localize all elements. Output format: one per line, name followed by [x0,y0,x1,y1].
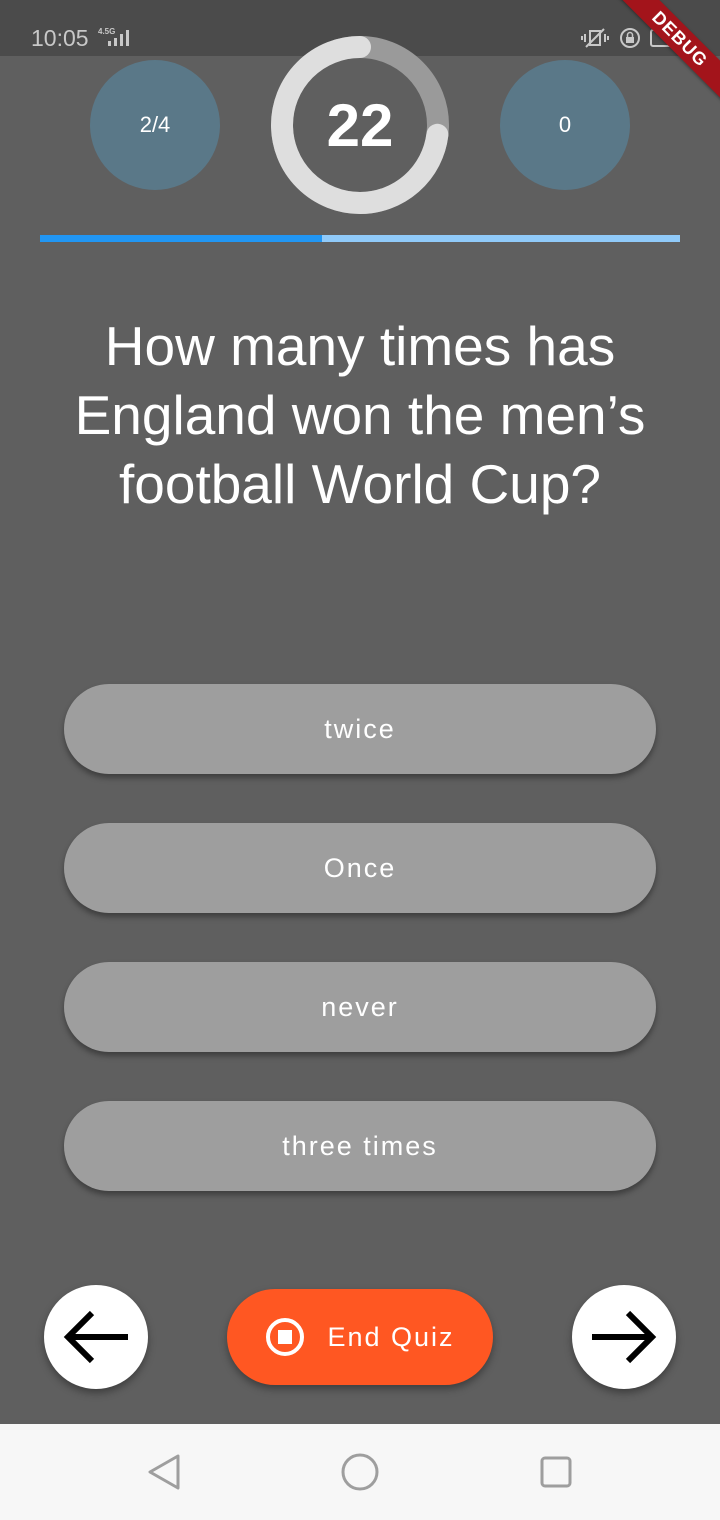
recents-square-icon[interactable] [536,1452,576,1492]
answer-button-4[interactable]: three times [64,1101,656,1191]
answer-button-3[interactable]: never [64,962,656,1052]
vibrate-mute-icon [581,28,609,48]
arrow-left-icon [63,1310,128,1364]
quiz-progress-fill [40,235,322,242]
back-triangle-icon[interactable] [144,1452,184,1492]
end-quiz-button[interactable]: End Quiz [227,1289,493,1385]
next-question-button[interactable] [572,1285,676,1389]
timer-value: 22 [326,91,394,159]
stop-circle-icon [266,1318,305,1356]
score: 0 [500,60,630,190]
end-quiz-label: End Quiz [327,1321,455,1352]
question-text: How many times has England won the men’s… [74,315,646,515]
signal-icon [108,30,129,46]
home-circle-icon[interactable] [340,1452,380,1492]
previous-question-button[interactable] [44,1285,148,1389]
answer-button-2[interactable]: Once [64,823,656,913]
status-time: 10:05 [31,25,89,51]
quiz-progress-bar [40,235,680,242]
rotation-lock-icon [620,28,640,48]
answer-list: twice Once never three times [64,684,656,1240]
timer: 22 [270,35,450,215]
system-navigation-bar [0,1424,720,1520]
arrow-right-icon [592,1310,657,1364]
question-counter: 2/4 [90,60,220,190]
answer-button-1[interactable]: twice [64,684,656,774]
